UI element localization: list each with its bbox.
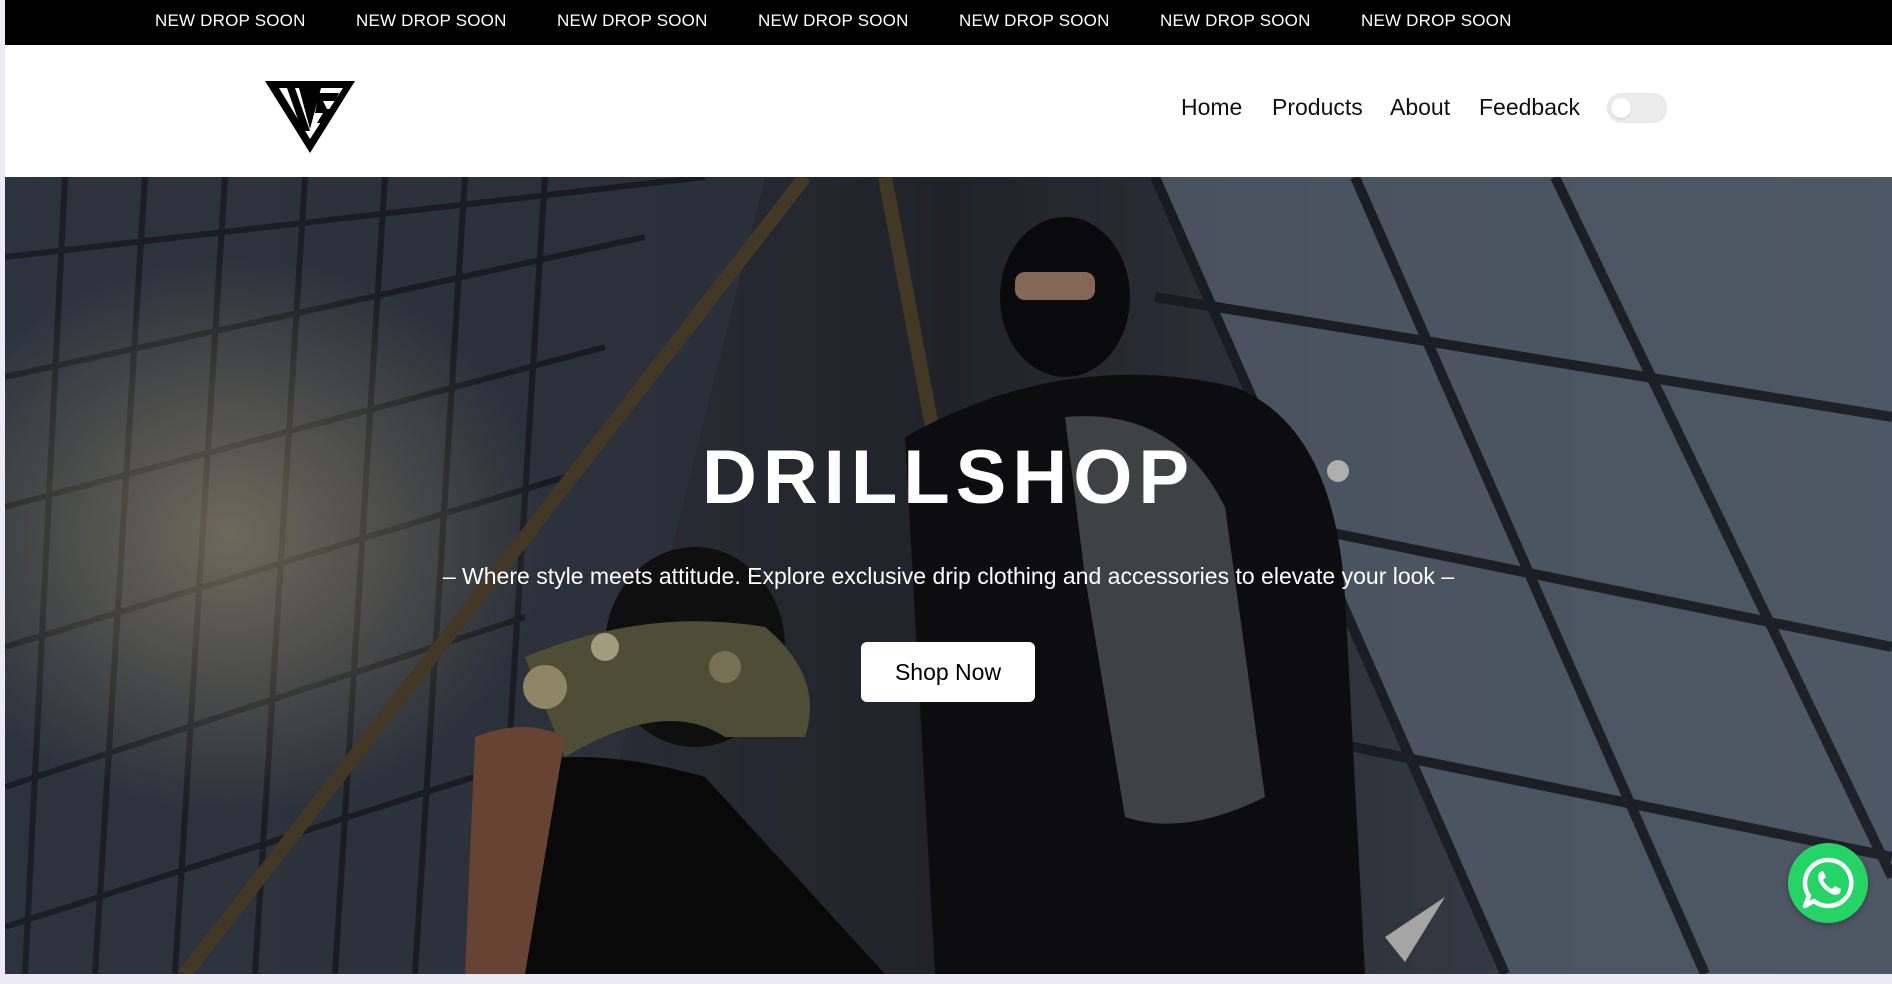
hero-title: DRILLSHOP — [701, 435, 1196, 520]
announcement-item: NEW DROP SOON — [959, 11, 1110, 30]
announcement-item: NEW DROP SOON — [1361, 11, 1512, 30]
nav-feedback[interactable]: Feedback — [1479, 94, 1580, 121]
site-header: Home Products About Feedback — [5, 45, 1892, 177]
shop-now-button[interactable]: Shop Now — [861, 642, 1035, 702]
brand-logo-icon[interactable] — [265, 81, 355, 153]
announcement-item: NEW DROP SOON — [356, 11, 507, 30]
announcement-item: NEW DROP SOON — [557, 11, 708, 30]
nav-home[interactable]: Home — [1181, 94, 1242, 121]
nav-about[interactable]: About — [1390, 94, 1450, 121]
toggle-knob — [1611, 98, 1631, 118]
theme-toggle[interactable] — [1607, 93, 1667, 123]
hero-subtitle: – Where style meets attitude. Explore ex… — [442, 563, 1455, 589]
announcement-item: NEW DROP SOON — [1160, 11, 1311, 30]
announcement-bar: NEW DROP SOON NEW DROP SOON NEW DROP SOO… — [5, 0, 1892, 45]
announcement-item: NEW DROP SOON — [758, 11, 909, 30]
hero-section: DRILLSHOP – Where style meets attitude. … — [5, 177, 1892, 974]
page: NEW DROP SOON NEW DROP SOON NEW DROP SOO… — [5, 0, 1892, 974]
nav-products[interactable]: Products — [1272, 94, 1363, 121]
whatsapp-icon[interactable] — [1788, 843, 1868, 923]
announcement-item: NEW DROP SOON — [155, 11, 306, 30]
